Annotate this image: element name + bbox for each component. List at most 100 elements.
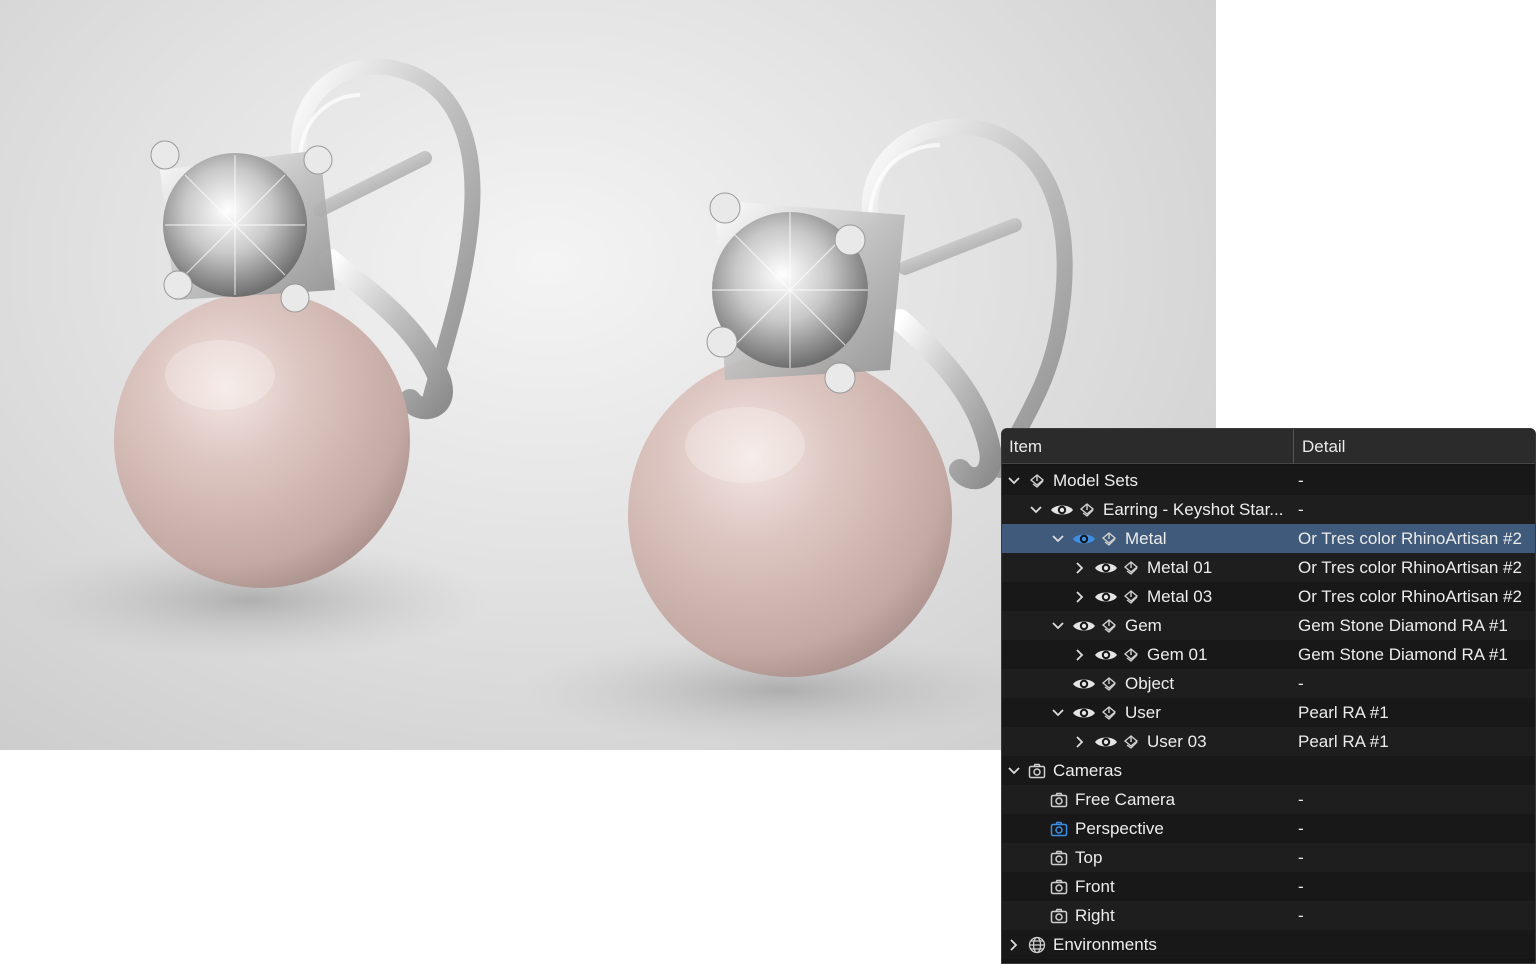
tree-row[interactable]: Metal 03 Or Tres color RhinoArtisan #2 xyxy=(1002,582,1535,611)
tree-row-detail: Gem Stone Diamond RA #1 xyxy=(1298,645,1508,664)
chevron-down-icon[interactable] xyxy=(1029,495,1043,524)
scene-tree-panel: Item Detail Model Sets - Earring - Keyshot… xyxy=(1001,428,1536,964)
visibility-eye-icon[interactable] xyxy=(1071,698,1097,727)
tree-row-item-cell: Metal xyxy=(1002,524,1293,553)
tree-row[interactable]: Model Sets - xyxy=(1002,466,1535,495)
tree-row-detail: - xyxy=(1298,500,1304,519)
tree-row-detail: - xyxy=(1298,674,1304,693)
tree-row[interactable]: Front - xyxy=(1002,872,1535,901)
camera-icon xyxy=(1027,756,1047,785)
tree-row-item-cell: Metal 03 xyxy=(1002,582,1293,611)
tree-row-item-cell: Right xyxy=(1002,901,1293,930)
object-icon xyxy=(1027,466,1047,495)
object-icon xyxy=(1121,582,1141,611)
left-earring xyxy=(114,58,481,588)
tree-row[interactable]: Right - xyxy=(1002,901,1535,930)
tree-row-detail xyxy=(1298,756,1534,785)
tree-row-item-cell: Object xyxy=(1002,669,1293,698)
tree-row[interactable]: Perspective - xyxy=(1002,814,1535,843)
globe-icon xyxy=(1027,930,1047,959)
chevron-right-icon[interactable] xyxy=(1073,553,1087,582)
tree-row-detail: - xyxy=(1298,471,1304,490)
object-icon xyxy=(1121,727,1141,756)
tree-row[interactable]: User 03 Pearl RA #1 xyxy=(1002,727,1535,756)
tree-row[interactable]: User Pearl RA #1 xyxy=(1002,698,1535,727)
tree-row[interactable]: Cameras xyxy=(1002,756,1535,785)
tree-row-label: Top xyxy=(1075,848,1103,867)
chevron-down-icon[interactable] xyxy=(1051,698,1065,727)
camera-icon xyxy=(1049,785,1069,814)
object-icon xyxy=(1077,495,1097,524)
tree-row-item-cell: User xyxy=(1002,698,1293,727)
tree-row-label: User 03 xyxy=(1147,732,1207,751)
tree-row[interactable]: Free Camera - xyxy=(1002,785,1535,814)
chevron-right-icon[interactable] xyxy=(1007,930,1021,959)
column-header-detail[interactable]: Detail xyxy=(1302,429,1345,464)
tree-row-detail: - xyxy=(1298,906,1304,925)
tree-row-label: Metal xyxy=(1125,529,1167,548)
tree-row-item-cell: Perspective xyxy=(1002,814,1293,843)
tree-row[interactable]: Gem 01 Gem Stone Diamond RA #1 xyxy=(1002,640,1535,669)
tree-row-detail: Pearl RA #1 xyxy=(1298,703,1389,722)
tree-row-item-cell: Top xyxy=(1002,843,1293,872)
object-icon xyxy=(1099,698,1119,727)
chevron-right-icon[interactable] xyxy=(1073,582,1087,611)
tree-row-label: Metal 03 xyxy=(1147,587,1213,606)
chevron-right-icon[interactable] xyxy=(1073,727,1087,756)
right-earring xyxy=(628,118,1073,677)
column-separator[interactable] xyxy=(1293,429,1294,464)
tree-row-label: User xyxy=(1125,703,1161,722)
visibility-eye-icon[interactable] xyxy=(1049,495,1075,524)
visibility-eye-icon[interactable] xyxy=(1071,611,1097,640)
tree-row[interactable]: Metal 01 Or Tres color RhinoArtisan #2 xyxy=(1002,553,1535,582)
tree-rows: Model Sets - Earring - Keyshot Star... - Met… xyxy=(1002,466,1535,959)
tree-row[interactable]: Metal Or Tres color RhinoArtisan #2 xyxy=(1002,524,1535,553)
tree-row[interactable]: Gem Gem Stone Diamond RA #1 xyxy=(1002,611,1535,640)
visibility-eye-icon[interactable] xyxy=(1071,524,1097,553)
tree-row[interactable]: Object - xyxy=(1002,669,1535,698)
tree-row-item-cell: Front xyxy=(1002,872,1293,901)
tree-row-item-cell: Gem 01 xyxy=(1002,640,1293,669)
tree-row-item-cell: Free Camera xyxy=(1002,785,1293,814)
chevron-down-icon[interactable] xyxy=(1051,611,1065,640)
object-icon xyxy=(1099,524,1119,553)
tree-row-detail: - xyxy=(1298,790,1304,809)
tree-row-item-cell: Metal 01 xyxy=(1002,553,1293,582)
tree-row-label: Cameras xyxy=(1053,761,1122,780)
camera-icon xyxy=(1049,814,1069,843)
tree-row-label: Environments xyxy=(1053,935,1157,954)
object-icon xyxy=(1121,640,1141,669)
visibility-eye-icon[interactable] xyxy=(1093,640,1119,669)
tree-row[interactable]: Earring - Keyshot Star... - xyxy=(1002,495,1535,524)
tree-row-detail: Or Tres color RhinoArtisan #2 xyxy=(1298,587,1522,606)
chevron-down-icon[interactable] xyxy=(1007,756,1021,785)
tree-row-item-cell: Earring - Keyshot Star... xyxy=(1002,495,1293,524)
chevron-down-icon[interactable] xyxy=(1051,524,1065,553)
tree-row-item-cell: Cameras xyxy=(1002,756,1293,785)
chevron-right-icon[interactable] xyxy=(1073,640,1087,669)
tree-row[interactable]: Environments xyxy=(1002,930,1535,959)
tree-row-item-cell: Environments xyxy=(1002,930,1293,959)
tree-row-detail: Or Tres color RhinoArtisan #2 xyxy=(1298,558,1522,577)
tree-row-label: Metal 01 xyxy=(1147,558,1213,577)
tree-row-label: Model Sets xyxy=(1053,471,1139,490)
visibility-eye-icon[interactable] xyxy=(1071,669,1097,698)
object-icon xyxy=(1099,669,1119,698)
visibility-eye-icon[interactable] xyxy=(1093,727,1119,756)
tree-row-label: Gem xyxy=(1125,616,1162,635)
tree-row-item-cell: Model Sets xyxy=(1002,466,1293,495)
tree-row-detail: Or Tres color RhinoArtisan #2 xyxy=(1298,529,1522,548)
tree-header: Item Detail xyxy=(1002,429,1535,464)
tree-row-detail: Pearl RA #1 xyxy=(1298,732,1389,751)
chevron-down-icon[interactable] xyxy=(1007,466,1021,495)
visibility-eye-icon[interactable] xyxy=(1093,553,1119,582)
visibility-eye-icon[interactable] xyxy=(1093,582,1119,611)
tree-row-item-cell: Gem xyxy=(1002,611,1293,640)
tree-row-label: Front xyxy=(1075,877,1115,896)
tree-row-label: Free Camera xyxy=(1075,790,1176,809)
object-icon xyxy=(1099,611,1119,640)
column-header-item[interactable]: Item xyxy=(1009,429,1042,464)
tree-row[interactable]: Top - xyxy=(1002,843,1535,872)
tree-row-label: Earring - Keyshot Star... xyxy=(1103,500,1284,519)
tree-row-label: Right xyxy=(1075,906,1115,925)
